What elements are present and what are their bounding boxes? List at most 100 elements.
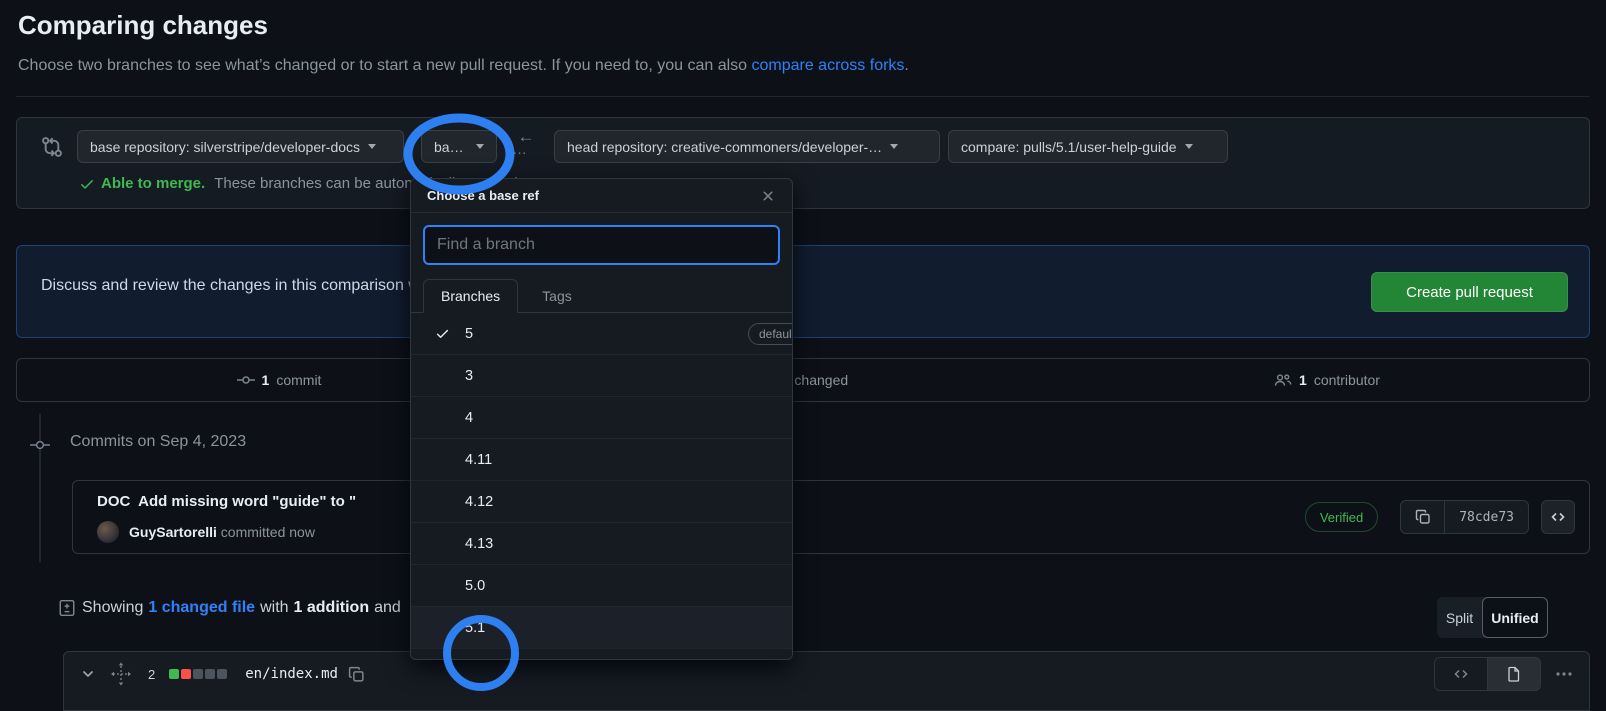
git-compare-icon [41,136,63,158]
diff-stat-squares [169,669,227,679]
commit-node-icon [27,437,53,453]
subtitle-suffix: . [904,57,908,74]
contributors-label: contributor [1314,372,1380,388]
branch-list-item[interactable]: 4 [411,397,792,439]
check-icon [79,176,95,192]
branch-name: 3 [465,368,473,384]
header-divider [16,96,1590,97]
selected-check-icon [435,326,451,341]
page-title: Comparing changes [18,10,268,41]
copy-sha-button[interactable] [1401,501,1445,533]
diff-square-added [169,669,179,679]
and-text: and [374,599,401,617]
branch-list-item[interactable]: 3 [411,355,792,397]
verified-badge[interactable]: Verified [1305,502,1378,532]
browse-code-button[interactable] [1541,500,1575,534]
unified-view-button[interactable]: Unified [1482,597,1548,638]
contributors-count: 1 [1299,372,1307,388]
file-view-mode-group [1434,657,1541,691]
compare-stats-bar: 1 commit 1 file changed 1 contributor [16,358,1590,402]
file-path[interactable]: en/index.md [245,666,338,682]
default-branch-badge: default [748,323,793,345]
ref-filter-area [411,213,792,273]
branch-name: 4.13 [465,536,493,552]
showing-text: Showing [82,599,143,617]
compare-across-forks-link[interactable]: compare across forks [751,57,904,74]
tab-tags[interactable]: Tags [518,280,596,312]
branch-name: 4.12 [465,494,493,510]
dropdown-caret-icon [890,144,898,149]
copy-path-icon[interactable] [348,666,365,683]
diff-square-deleted [181,669,191,679]
diff-square-neutral [217,669,227,679]
changed-files-link[interactable]: 1 changed file [148,599,255,617]
rich-diff-button[interactable] [1487,658,1540,690]
contributors-stat[interactable]: 1 contributor [1065,359,1589,401]
commits-count: 1 [262,372,270,388]
annotation-overlay [0,0,1606,695]
tab-branches[interactable]: Branches [423,279,518,313]
branch-list-item[interactable]: 4.12 [411,481,792,523]
subtitle-text: Choose two branches to see what’s change… [18,57,751,74]
compare-ref-dropdown[interactable]: compare: pulls/5.1/user-help-guide [948,130,1228,163]
commit-byline: GuySartorelli committed now [129,524,315,540]
ref-picker-tabs: Branches Tags [411,279,792,313]
branch-list-item[interactable]: 5.1 [411,607,792,649]
file-header-actions [1434,657,1573,691]
branch-list-item[interactable]: 4.11 [411,439,792,481]
branch-list-item[interactable]: 4.13 [411,523,792,565]
commit-card: DOC Add missing word "guide" to " GuySar… [72,480,1590,554]
merge-status-text: Able to merge. [101,175,205,192]
create-pull-request-button[interactable]: Create pull request [1371,272,1568,312]
collapse-file-chevron-icon[interactable] [80,666,96,682]
diff-square-neutral [205,669,215,679]
page-subtitle: Choose two branches to see what’s change… [18,57,909,75]
head-repository-label: head repository: creative-commoners/deve… [567,139,882,155]
pull-request-banner: Discuss and review the changes in this c… [16,245,1590,338]
commit-meta: committed now [217,524,315,540]
ref-picker-title: Choose a base ref [427,188,539,203]
branch-name: 5.0 [465,578,485,594]
github-compare-page: { "page": { "title": "Comparing changes"… [0,0,1606,695]
branch-selector-box: base repository: silverstripe/developer-… [16,117,1590,209]
diff-square-neutral [193,669,203,679]
commit-actions: Verified 78cde73 [1305,500,1575,534]
base-ref-dropdown[interactable]: base: 5 [421,130,497,163]
with-text: with [260,599,288,617]
people-icon [1274,372,1292,388]
file-options-kebab-icon[interactable] [1555,666,1573,682]
branch-name: 4.11 [465,452,492,468]
commit-sha-group: 78cde73 [1400,500,1529,534]
branch-list-item[interactable]: 5 default [411,313,792,355]
diff-summary-row: Showing 1 changed file with 1 addition a… [58,599,401,617]
file-diff-icon [58,599,76,617]
branch-list: 5 default 3 4 4.11 4.12 4.13 [411,313,792,649]
commit-sha[interactable]: 78cde73 [1445,501,1528,533]
head-repository-dropdown[interactable]: head repository: creative-commoners/deve… [554,130,940,163]
source-view-button[interactable] [1435,658,1487,690]
base-repository-label: base repository: silverstripe/developer-… [90,139,360,155]
dropdown-caret-icon [1185,144,1193,149]
commit-author-link[interactable]: GuySartorelli [129,524,217,540]
dropdown-caret-icon [476,144,484,149]
close-icon[interactable] [760,188,776,204]
branch-list-item[interactable]: 5.0 [411,565,792,607]
commit-icon [237,372,255,388]
split-view-button[interactable]: Split [1437,597,1482,638]
find-branch-input[interactable] [423,225,780,265]
author-avatar[interactable] [97,521,119,543]
additions-text: 1 addition [294,599,370,617]
drag-handle-icon[interactable] [110,661,132,687]
ref-picker-panel: Choose a base ref Branches Tags 5 defaul… [410,178,793,660]
diff-view-toggle: Split Unified [1437,597,1548,638]
base-repository-dropdown[interactable]: base repository: silverstripe/developer-… [77,130,404,163]
file-changes-count: 2 [148,667,155,682]
branch-name: 4 [465,410,473,426]
branch-name: 5 [465,326,473,342]
dropdown-caret-icon [368,144,376,149]
compare-ref-label: compare: pulls/5.1/user-help-guide [961,139,1177,155]
commits-date-header: Commits on Sep 4, 2023 [70,433,246,451]
changed-file-header: 2 en/index.md [64,652,1589,696]
commit-title-link[interactable]: DOC Add missing word "guide" to " [97,493,356,510]
branch-name: 5.1 [465,620,485,636]
